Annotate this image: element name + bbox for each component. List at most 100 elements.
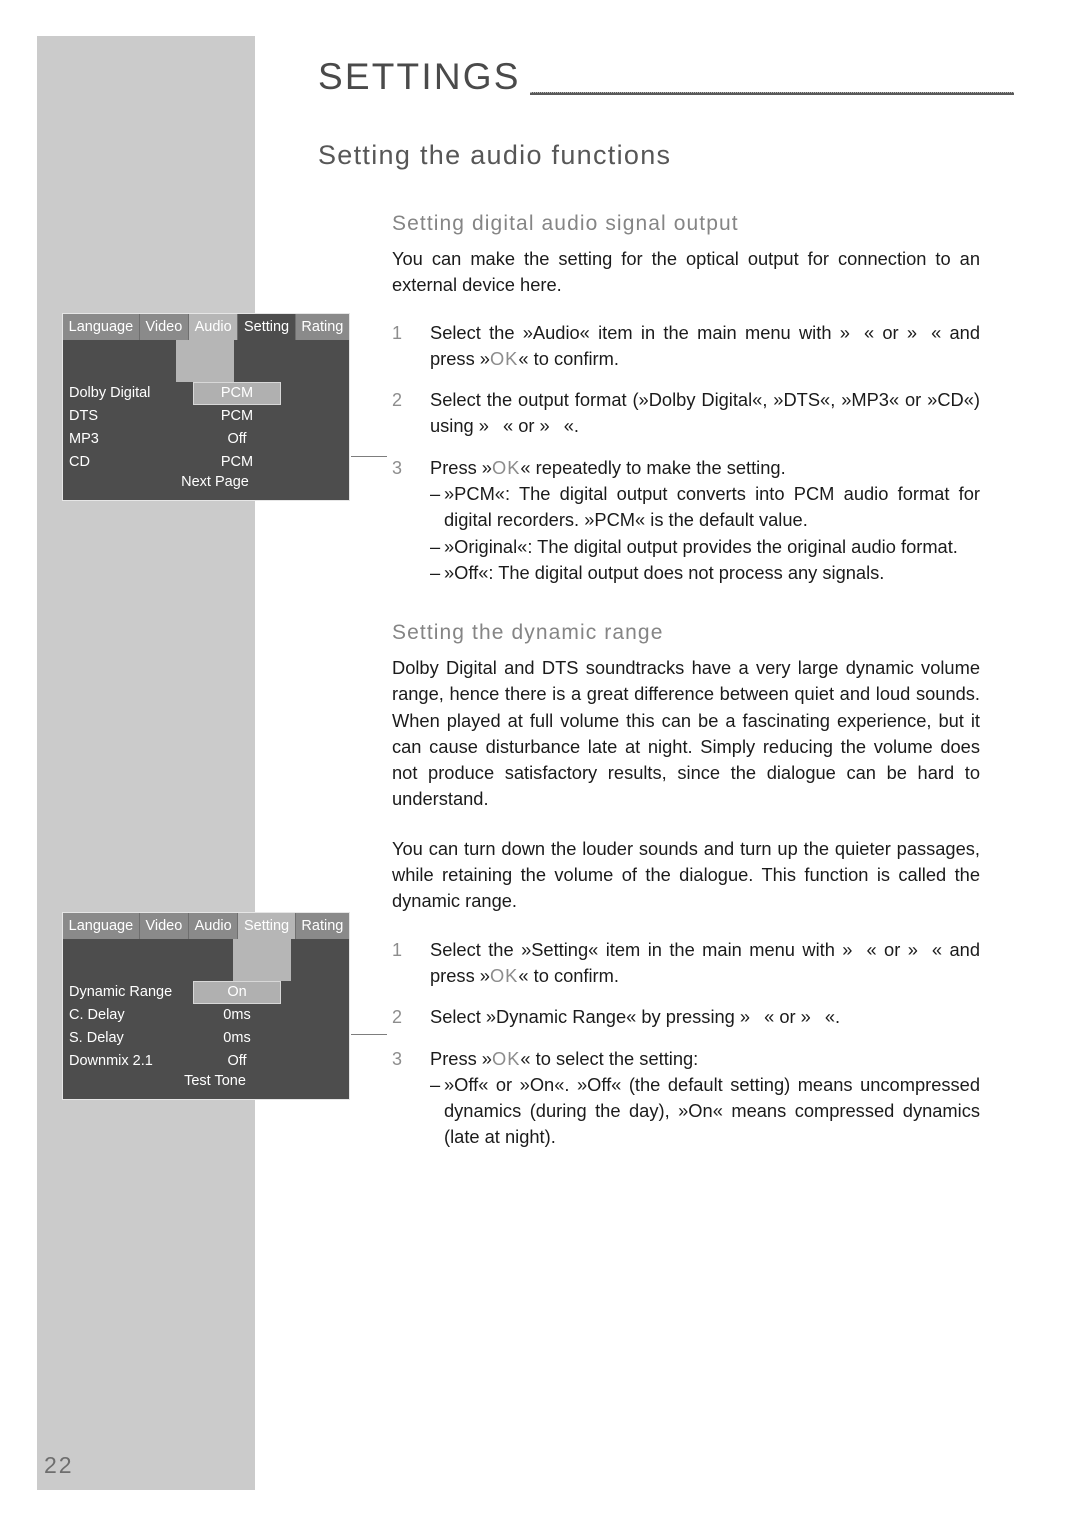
osd-row-label: S. Delay [69,1030,124,1046]
osd-row-label: DTS [69,408,98,424]
step-number: 1 [392,939,403,960]
ok-key-label: OK [489,964,519,986]
subheading-dynamic-range: Setting the dynamic range [392,621,664,644]
step-number: 2 [392,1007,403,1028]
osd-row-mp3[interactable]: MP3 Off [63,428,349,451]
step-number: 2 [392,390,403,411]
step-text-part: « to confirm. [518,347,619,369]
step-text-part: Select the »Audio« item in the main menu… [430,321,850,343]
chapter-header: SETTINGS [318,56,1048,108]
osd-row-value[interactable]: 0ms [193,1004,281,1027]
osd-screenshot-setting: Language Video Audio Setting Rating Dyna… [62,912,350,1100]
osd-row-value[interactable]: Off [193,1050,281,1073]
osd-tab-rating[interactable]: Rating [295,913,349,939]
ok-key-label: OK [491,1047,521,1069]
osd-row-dynamic-range[interactable]: Dynamic Range On [63,981,349,1004]
bullet-dash: – [430,483,441,505]
bullet-text: »PCM«: The digital output converts into … [444,483,980,531]
osd-row-c-delay[interactable]: C. Delay 0ms [63,1004,349,1027]
step-text: Select the »Setting« item in the main me… [430,937,980,990]
step-text: Select the output format (»Dolby Digital… [430,387,980,440]
osd-tab-language[interactable]: Language [63,913,140,939]
bullet-dash: – [430,1073,441,1095]
osd-tab-language[interactable]: Language [63,314,140,340]
osd-row-label: C. Delay [69,1007,125,1023]
osd-row-label: Dynamic Range [69,984,173,1000]
osd-row-label: CD [69,454,90,470]
bullet-dash: – [430,561,441,583]
osd-row-list: Dolby Digital PCM DTS PCM MP3 Off CD PCM [63,382,349,474]
osd-row-cd[interactable]: CD PCM [63,451,349,474]
osd-tab-video[interactable]: Video [139,314,189,340]
page-number: 22 [44,1452,74,1478]
digital-step-3: 3 Press »OK« repeatedly to make the sett… [392,455,980,481]
step-number: 1 [392,322,403,343]
osd-active-tab-panel [176,340,234,382]
osd-row-label: MP3 [69,431,99,447]
step-text-part: «. [824,1006,841,1028]
step-text: Press »OK« to select the setting: [430,1046,980,1072]
step-text-part: Select the »Setting« item in the main me… [430,938,853,960]
dynamic-step-3: 3 Press »OK« to select the setting: [392,1046,980,1072]
osd-row-value[interactable]: PCM [193,451,281,474]
step-text-part: « repeatedly to make the setting. [520,456,786,478]
bullet-text: »Off«: The digital output does not proce… [444,561,885,583]
osd-row-value[interactable]: Off [193,428,281,451]
osd-tab-audio[interactable]: Audio [188,913,239,939]
step-text-part: « to select the setting: [520,1047,699,1069]
osd-tab-setting[interactable]: Setting [238,314,296,340]
digital-step-2: 2 Select the output format (»Dolby Digit… [392,387,980,440]
osd-row-label: Downmix 2.1 [69,1053,153,1069]
step-text-part: « or » [866,938,918,960]
step-text-part: «. [563,415,579,437]
digital-audio-intro: You can make the setting for the optical… [392,248,980,296]
callout-leader-line-audio [351,456,387,457]
digital-bullet-off: – »Off«: The digital output does not pro… [392,560,980,586]
step-text-part: Press » [430,456,492,478]
step-text: Select »Dynamic Range« by pressing » « or… [430,1004,980,1030]
osd-tab-rating[interactable]: Rating [295,314,349,340]
osd-row-s-delay[interactable]: S. Delay 0ms [63,1027,349,1050]
osd-tab-video[interactable]: Video [139,913,189,939]
section-heading: Setting the audio functions [318,140,672,170]
digital-bullet-pcm: – »PCM«: The digital output converts int… [392,481,980,534]
osd-row-dolby-digital[interactable]: Dolby Digital PCM [63,382,349,405]
osd-row-value[interactable]: 0ms [193,1027,281,1050]
step-text: Press »OK« repeatedly to make the settin… [430,455,980,481]
bullet-text: »Off« or »On«. »Off« (the default settin… [444,1073,980,1148]
subheading-digital-audio: Setting digital audio signal output [392,212,739,235]
chapter-title: SETTINGS [318,56,521,97]
osd-next-page-button[interactable]: Next Page [63,474,349,490]
step-text-part: « or » [502,415,550,437]
osd-tab-audio[interactable]: Audio [188,314,239,340]
dynamic-step-1: 1 Select the »Setting« item in the main … [392,937,980,990]
osd-row-list: Dynamic Range On C. Delay 0ms S. Delay 0… [63,981,349,1073]
osd-row-label: Dolby Digital [69,385,151,401]
bullet-dash: – [430,535,441,557]
dynamic-step-2: 2 Select »Dynamic Range« by pressing » « … [392,1004,980,1030]
left-grey-band [37,36,255,1490]
step-text-part: « to confirm. [518,964,619,986]
step-text-part: « or » [863,321,918,343]
osd-tab-setting[interactable]: Setting [238,913,296,939]
step-text-part: Press » [430,1047,492,1069]
osd-row-value[interactable]: On [193,981,281,1004]
osd-screenshot-audio: Language Video Audio Setting Rating Dolb… [62,313,350,501]
step-text-part: Select »Dynamic Range« by pressing » [430,1006,751,1028]
callout-leader-line-setting [351,1034,387,1035]
osd-test-tone-button[interactable]: Test Tone [63,1073,349,1089]
digital-audio-body: You can make the setting for the optical… [392,246,980,586]
chapter-rule [530,92,1014,95]
osd-row-downmix[interactable]: Downmix 2.1 Off [63,1050,349,1073]
osd-row-value[interactable]: PCM [193,405,281,428]
dynamic-range-body: Dolby Digital and DTS soundtracks have a… [392,655,980,1151]
osd-tab-bar: Language Video Audio Setting Rating [63,314,349,340]
dynamic-range-para-2: You can turn down the louder sounds and … [392,837,980,912]
step-text-part: « or » [764,1006,811,1028]
digital-bullet-original: – »Original«: The digital output provide… [392,534,980,560]
osd-row-value[interactable]: PCM [193,382,281,405]
bullet-text: »Original«: The digital output provides … [444,535,958,557]
step-text: Select the »Audio« item in the main menu… [430,320,980,373]
osd-row-dts[interactable]: DTS PCM [63,405,349,428]
dynamic-bullet-onoff: – »Off« or »On«. »Off« (the default sett… [392,1072,980,1151]
